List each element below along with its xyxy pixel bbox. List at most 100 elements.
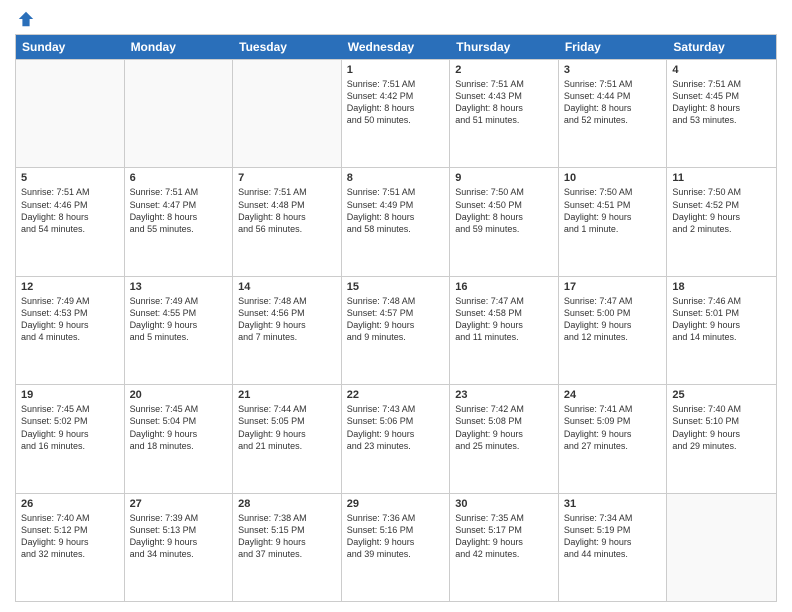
- day-number: 31: [564, 498, 662, 510]
- day-header-monday: Monday: [125, 35, 234, 59]
- day-number: 2: [455, 64, 553, 76]
- empty-cell: [667, 494, 776, 601]
- day-content: Sunrise: 7:48 AM Sunset: 4:57 PM Dayligh…: [347, 295, 445, 344]
- day-content: Sunrise: 7:34 AM Sunset: 5:19 PM Dayligh…: [564, 512, 662, 561]
- day-cell-19: 19 Sunrise: 7:45 AM Sunset: 5:02 PM Dayli…: [16, 385, 125, 492]
- day-cell-6: 6Sunrise: 7:51 AM Sunset: 4:47 PM Daylig…: [125, 168, 234, 275]
- logo-icon: [17, 10, 35, 28]
- day-number: 29: [347, 498, 445, 510]
- day-content: Sunrise: 7:38 AM Sunset: 5:15 PM Dayligh…: [238, 512, 336, 561]
- day-cell-10: 10 Sunrise: 7:50 AM Sunset: 4:51 PM Dayli…: [559, 168, 668, 275]
- day-header-friday: Friday: [559, 35, 668, 59]
- calendar-body: 1Sunrise: 7:51 AM Sunset: 4:42 PM Daylig…: [16, 59, 776, 601]
- day-number: 26: [21, 498, 119, 510]
- day-cell-12: 12Sunrise: 7:49 AM Sunset: 4:53 PM Dayli…: [16, 277, 125, 384]
- logo: [15, 10, 35, 28]
- day-content: Sunrise: 7:41 AM Sunset: 5:09 PM Dayligh…: [564, 403, 662, 452]
- day-cell-28: 28Sunrise: 7:38 AM Sunset: 5:15 PM Dayli…: [233, 494, 342, 601]
- day-number: 3: [564, 64, 662, 76]
- day-number: 18: [672, 281, 771, 293]
- day-cell-24: 24 Sunrise: 7:41 AM Sunset: 5:09 PM Dayli…: [559, 385, 668, 492]
- day-number: 14: [238, 281, 336, 293]
- day-number: 19: [21, 389, 119, 401]
- day-number: 27: [130, 498, 228, 510]
- day-cell-25: 25 Sunrise: 7:40 AM Sunset: 5:10 PM Dayli…: [667, 385, 776, 492]
- day-cell-20: 20Sunrise: 7:45 AM Sunset: 5:04 PM Dayli…: [125, 385, 234, 492]
- day-content: Sunrise: 7:42 AM Sunset: 5:08 PM Dayligh…: [455, 403, 553, 452]
- day-number: 15: [347, 281, 445, 293]
- day-number: 10: [564, 172, 662, 184]
- day-content: Sunrise: 7:36 AM Sunset: 5:16 PM Dayligh…: [347, 512, 445, 561]
- day-number: 5: [21, 172, 119, 184]
- day-content: Sunrise: 7:47 AM Sunset: 5:00 PM Dayligh…: [564, 295, 662, 344]
- calendar-row-2: 5 Sunrise: 7:51 AM Sunset: 4:46 PM Daylig…: [16, 167, 776, 275]
- day-content: Sunrise: 7:39 AM Sunset: 5:13 PM Dayligh…: [130, 512, 228, 561]
- day-content: Sunrise: 7:48 AM Sunset: 4:56 PM Dayligh…: [238, 295, 336, 344]
- day-number: 16: [455, 281, 553, 293]
- day-cell-21: 21Sunrise: 7:44 AM Sunset: 5:05 PM Dayli…: [233, 385, 342, 492]
- day-number: 4: [672, 64, 771, 76]
- day-content: Sunrise: 7:51 AM Sunset: 4:44 PM Dayligh…: [564, 78, 662, 127]
- day-number: 13: [130, 281, 228, 293]
- day-content: Sunrise: 7:40 AM Sunset: 5:10 PM Dayligh…: [672, 403, 771, 452]
- day-content: Sunrise: 7:45 AM Sunset: 5:02 PM Dayligh…: [21, 403, 119, 452]
- day-header-wednesday: Wednesday: [342, 35, 451, 59]
- calendar: SundayMondayTuesdayWednesdayThursdayFrid…: [15, 34, 777, 602]
- empty-cell: [125, 60, 234, 167]
- day-content: Sunrise: 7:50 AM Sunset: 4:50 PM Dayligh…: [455, 186, 553, 235]
- day-number: 22: [347, 389, 445, 401]
- day-content: Sunrise: 7:50 AM Sunset: 4:52 PM Dayligh…: [672, 186, 771, 235]
- empty-cell: [16, 60, 125, 167]
- header: [15, 10, 777, 28]
- day-cell-26: 26Sunrise: 7:40 AM Sunset: 5:12 PM Dayli…: [16, 494, 125, 601]
- day-number: 8: [347, 172, 445, 184]
- page: SundayMondayTuesdayWednesdayThursdayFrid…: [0, 0, 792, 612]
- day-content: Sunrise: 7:51 AM Sunset: 4:48 PM Dayligh…: [238, 186, 336, 235]
- day-cell-27: 27 Sunrise: 7:39 AM Sunset: 5:13 PM Dayli…: [125, 494, 234, 601]
- day-content: Sunrise: 7:47 AM Sunset: 4:58 PM Dayligh…: [455, 295, 553, 344]
- day-cell-31: 31 Sunrise: 7:34 AM Sunset: 5:19 PM Dayli…: [559, 494, 668, 601]
- day-cell-13: 13 Sunrise: 7:49 AM Sunset: 4:55 PM Dayli…: [125, 277, 234, 384]
- day-header-saturday: Saturday: [667, 35, 776, 59]
- day-cell-3: 3 Sunrise: 7:51 AM Sunset: 4:44 PM Daylig…: [559, 60, 668, 167]
- day-cell-30: 30 Sunrise: 7:35 AM Sunset: 5:17 PM Dayli…: [450, 494, 559, 601]
- day-number: 25: [672, 389, 771, 401]
- day-header-thursday: Thursday: [450, 35, 559, 59]
- day-content: Sunrise: 7:35 AM Sunset: 5:17 PM Dayligh…: [455, 512, 553, 561]
- day-cell-23: 23 Sunrise: 7:42 AM Sunset: 5:08 PM Dayli…: [450, 385, 559, 492]
- day-number: 23: [455, 389, 553, 401]
- calendar-row-1: 1Sunrise: 7:51 AM Sunset: 4:42 PM Daylig…: [16, 59, 776, 167]
- day-number: 6: [130, 172, 228, 184]
- day-number: 11: [672, 172, 771, 184]
- calendar-row-3: 12Sunrise: 7:49 AM Sunset: 4:53 PM Dayli…: [16, 276, 776, 384]
- day-content: Sunrise: 7:51 AM Sunset: 4:45 PM Dayligh…: [672, 78, 771, 127]
- day-content: Sunrise: 7:51 AM Sunset: 4:46 PM Dayligh…: [21, 186, 119, 235]
- day-header-sunday: Sunday: [16, 35, 125, 59]
- day-content: Sunrise: 7:44 AM Sunset: 5:05 PM Dayligh…: [238, 403, 336, 452]
- day-cell-8: 8 Sunrise: 7:51 AM Sunset: 4:49 PM Daylig…: [342, 168, 451, 275]
- day-number: 24: [564, 389, 662, 401]
- day-cell-22: 22 Sunrise: 7:43 AM Sunset: 5:06 PM Dayli…: [342, 385, 451, 492]
- day-cell-7: 7 Sunrise: 7:51 AM Sunset: 4:48 PM Daylig…: [233, 168, 342, 275]
- day-cell-5: 5 Sunrise: 7:51 AM Sunset: 4:46 PM Daylig…: [16, 168, 125, 275]
- day-content: Sunrise: 7:49 AM Sunset: 4:55 PM Dayligh…: [130, 295, 228, 344]
- day-number: 17: [564, 281, 662, 293]
- calendar-row-5: 26Sunrise: 7:40 AM Sunset: 5:12 PM Dayli…: [16, 493, 776, 601]
- day-content: Sunrise: 7:50 AM Sunset: 4:51 PM Dayligh…: [564, 186, 662, 235]
- day-cell-14: 14 Sunrise: 7:48 AM Sunset: 4:56 PM Dayli…: [233, 277, 342, 384]
- day-cell-9: 9Sunrise: 7:50 AM Sunset: 4:50 PM Daylig…: [450, 168, 559, 275]
- day-content: Sunrise: 7:43 AM Sunset: 5:06 PM Dayligh…: [347, 403, 445, 452]
- calendar-row-4: 19 Sunrise: 7:45 AM Sunset: 5:02 PM Dayli…: [16, 384, 776, 492]
- calendar-header: SundayMondayTuesdayWednesdayThursdayFrid…: [16, 35, 776, 59]
- day-number: 20: [130, 389, 228, 401]
- day-cell-2: 2Sunrise: 7:51 AM Sunset: 4:43 PM Daylig…: [450, 60, 559, 167]
- day-header-tuesday: Tuesday: [233, 35, 342, 59]
- day-cell-18: 18Sunrise: 7:46 AM Sunset: 5:01 PM Dayli…: [667, 277, 776, 384]
- day-cell-17: 17 Sunrise: 7:47 AM Sunset: 5:00 PM Dayli…: [559, 277, 668, 384]
- day-cell-11: 11 Sunrise: 7:50 AM Sunset: 4:52 PM Dayli…: [667, 168, 776, 275]
- day-content: Sunrise: 7:51 AM Sunset: 4:42 PM Dayligh…: [347, 78, 445, 127]
- day-number: 30: [455, 498, 553, 510]
- day-content: Sunrise: 7:49 AM Sunset: 4:53 PM Dayligh…: [21, 295, 119, 344]
- day-content: Sunrise: 7:51 AM Sunset: 4:49 PM Dayligh…: [347, 186, 445, 235]
- day-number: 7: [238, 172, 336, 184]
